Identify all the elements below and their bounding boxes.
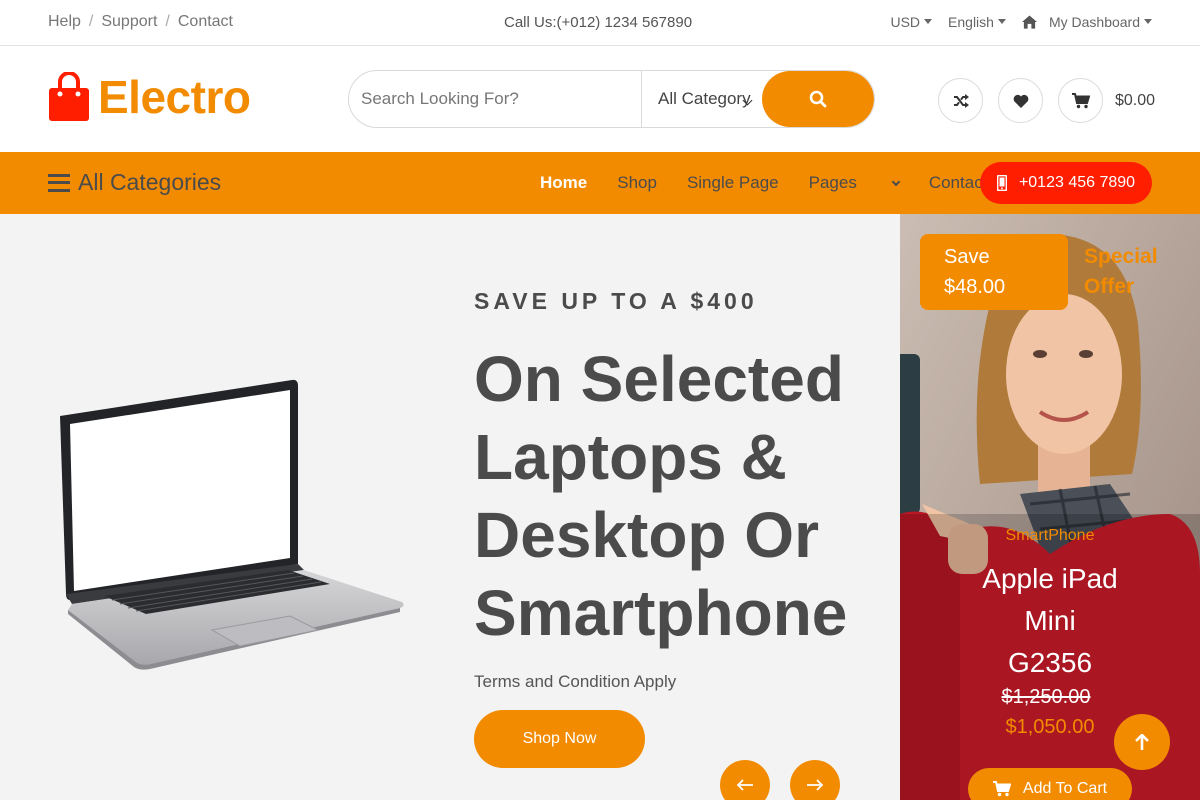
shopping-bag-icon: [49, 72, 89, 121]
header-actions: $0.00: [938, 78, 1155, 123]
heart-icon: [1013, 94, 1028, 108]
add-to-cart-label: Add To Cart: [1022, 780, 1108, 797]
help-link[interactable]: Help: [48, 13, 81, 31]
product-old-price: $1,250.00: [1001, 686, 1091, 708]
add-to-cart-button[interactable]: Add To Cart: [968, 768, 1132, 800]
shuffle-icon: [953, 93, 969, 108]
nav-pages[interactable]: Pages: [808, 173, 901, 193]
contact-link[interactable]: Contact: [178, 13, 233, 31]
all-categories-button[interactable]: All Categories: [48, 169, 221, 196]
phone-number: +0123 456 7890: [1018, 174, 1136, 191]
caret-down-icon: [997, 18, 1006, 24]
hero-headline: On Selected Laptops & Desktop Or Smartph…: [474, 340, 894, 652]
nav-contact[interactable]: Contact: [929, 173, 988, 193]
arrow-right-icon: [807, 779, 823, 791]
nav-pages-label: Pages: [808, 173, 857, 192]
call-number[interactable]: (+012) 1234 567890: [557, 14, 693, 31]
arrow-left-icon: [737, 779, 753, 791]
special-offer-line: Special: [1084, 245, 1158, 268]
search-input[interactable]: [349, 71, 641, 127]
cart-icon: [992, 781, 1011, 797]
caret-down-icon: [924, 18, 933, 24]
call-label: Call Us:: [504, 14, 557, 31]
dashboard-label: My Dashboard: [1048, 14, 1140, 30]
hero-headline-line: On Selected: [474, 343, 844, 415]
language-label: English: [948, 14, 994, 31]
hero-eyebrow: SAVE UP TO A $400: [474, 288, 758, 314]
nav-single-page[interactable]: Single Page: [687, 173, 779, 193]
search-bar: All Category: [348, 70, 875, 128]
category-select-label: All Category: [658, 89, 751, 108]
caret-down-icon: [1144, 18, 1152, 24]
save-badge: Save $48.00: [920, 234, 1068, 310]
hero-headline-line: Desktop Or: [474, 499, 819, 571]
terms-text: Terms and Condition Apply: [474, 672, 677, 691]
nav-shop[interactable]: Shop: [617, 173, 657, 193]
arrow-up-icon: [1135, 734, 1149, 750]
special-offer-line: Offer: [1084, 275, 1135, 298]
brand-name: Electro: [98, 71, 251, 123]
back-to-top-button[interactable]: [1114, 714, 1170, 770]
hero-headline-line: Laptops &: [474, 421, 787, 493]
brand-logo[interactable]: Electro: [48, 71, 251, 123]
carousel-next-button[interactable]: [790, 760, 840, 800]
save-amount: $48.00: [944, 276, 1006, 298]
product-category: SmartPhone: [1005, 527, 1095, 544]
category-select[interactable]: All Category: [641, 71, 765, 127]
cart-total[interactable]: $0.00: [1115, 92, 1155, 110]
save-label: Save: [944, 246, 990, 268]
product-name-line: G2356: [1007, 647, 1093, 678]
product-name[interactable]: Apple iPad Mini G2356: [975, 558, 1125, 684]
chevron-down-icon: [891, 177, 901, 187]
support-link[interactable]: Support: [101, 13, 157, 31]
currency-dropdown[interactable]: USD: [890, 14, 933, 31]
product-name-line: Mini: [1024, 605, 1076, 636]
cart-button[interactable]: [1058, 78, 1103, 123]
carousel-prev-button[interactable]: [720, 760, 770, 800]
laptop-image: [60, 379, 404, 670]
product-name-line: Apple iPad: [982, 563, 1118, 594]
compare-button[interactable]: [938, 78, 983, 123]
cart-icon: [1071, 92, 1090, 108]
menu-icon: [48, 173, 70, 192]
top-bar: Help / Support / Contact Call Us:(+012) …: [0, 0, 1200, 46]
call-us: Call Us:(+012) 1234 567890: [504, 14, 692, 31]
separator: /: [165, 13, 170, 30]
top-links: Help / Support / Contact: [48, 13, 233, 31]
phone-button[interactable]: +0123 456 7890: [980, 162, 1152, 204]
language-dropdown[interactable]: English: [948, 14, 1006, 30]
nav-home[interactable]: Home: [540, 173, 587, 193]
special-offer-label: Special Offer: [1084, 242, 1158, 302]
special-offer-banner[interactable]: Save $48.00 Special Offer SmartPhone App…: [900, 214, 1200, 800]
all-categories-label: All Categories: [78, 169, 222, 195]
home-icon: [1021, 15, 1037, 29]
currency-label: USD: [890, 14, 921, 31]
main-nav: All Categories Home Shop Single Page Pag…: [0, 152, 1200, 214]
shop-now-button[interactable]: Shop Now: [474, 710, 645, 768]
header: Electro All Category $0.00: [0, 46, 1200, 152]
mobile-phone-icon: [996, 175, 1007, 191]
wishlist-button[interactable]: [998, 78, 1043, 123]
top-right-menus: USD English My Dashboard: [890, 14, 1152, 30]
search-icon: [809, 90, 827, 108]
nav-links: Home Shop Single Page Pages Contact: [540, 173, 1017, 193]
separator: /: [88, 13, 94, 30]
dashboard-dropdown[interactable]: My Dashboard: [1021, 14, 1152, 30]
hero-carousel: SAVE UP TO A $400 On Selected Laptops & …: [0, 214, 900, 800]
hero-headline-line: Smartphone: [474, 577, 848, 649]
search-button[interactable]: [762, 71, 874, 127]
